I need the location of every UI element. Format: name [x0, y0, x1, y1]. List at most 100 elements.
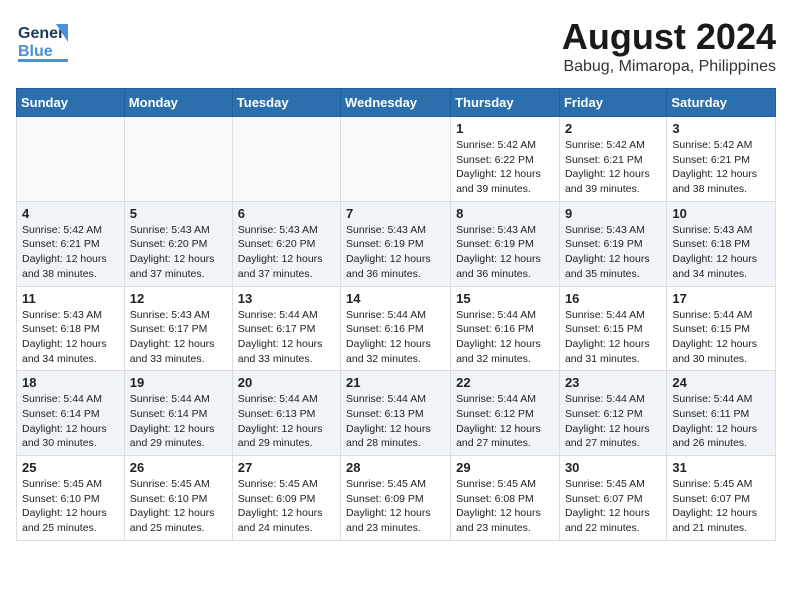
day-info: Sunrise: 5:43 AMSunset: 6:18 PMDaylight:… [672, 223, 770, 282]
day-number: 20 [238, 375, 335, 390]
calendar-day-cell: 11 Sunrise: 5:43 AMSunset: 6:18 PMDayligh… [17, 286, 125, 371]
day-info: Sunrise: 5:45 AMSunset: 6:07 PMDaylight:… [672, 477, 770, 536]
location-title: Babug, Mimaropa, Philippines [562, 58, 776, 76]
calendar-day-cell: 31 Sunrise: 5:45 AMSunset: 6:07 PMDayligh… [667, 456, 776, 541]
day-number: 2 [565, 121, 661, 136]
day-info: Sunrise: 5:43 AMSunset: 6:18 PMDaylight:… [22, 308, 119, 367]
calendar-day-cell: 7 Sunrise: 5:43 AMSunset: 6:19 PMDaylight… [341, 201, 451, 286]
day-info: Sunrise: 5:45 AMSunset: 6:10 PMDaylight:… [130, 477, 227, 536]
calendar-day-cell: 29 Sunrise: 5:45 AMSunset: 6:08 PMDayligh… [451, 456, 560, 541]
day-info: Sunrise: 5:44 AMSunset: 6:16 PMDaylight:… [456, 308, 554, 367]
day-info: Sunrise: 5:44 AMSunset: 6:14 PMDaylight:… [130, 392, 227, 451]
calendar-day-cell: 14 Sunrise: 5:44 AMSunset: 6:16 PMDayligh… [341, 286, 451, 371]
day-number: 31 [672, 460, 770, 475]
calendar-week-row: 18 Sunrise: 5:44 AMSunset: 6:14 PMDayligh… [17, 371, 776, 456]
calendar-day-cell: 13Sunrise: 5:44 AMSunset: 6:17 PMDayligh… [232, 286, 340, 371]
day-info: Sunrise: 5:43 AMSunset: 6:19 PMDaylight:… [456, 223, 554, 282]
calendar-day-cell: 17Sunrise: 5:44 AMSunset: 6:15 PMDayligh… [667, 286, 776, 371]
day-info: Sunrise: 5:45 AMSunset: 6:08 PMDaylight:… [456, 477, 554, 536]
weekday-header-friday: Friday [559, 89, 666, 117]
day-number: 24 [672, 375, 770, 390]
day-info: Sunrise: 5:43 AMSunset: 6:19 PMDaylight:… [565, 223, 661, 282]
day-number: 30 [565, 460, 661, 475]
calendar-day-cell: 1 Sunrise: 5:42 AMSunset: 6:22 PMDaylight… [451, 117, 560, 202]
calendar-day-cell [341, 117, 451, 202]
day-info: Sunrise: 5:42 AMSunset: 6:21 PMDaylight:… [22, 223, 119, 282]
day-number: 11 [22, 291, 119, 306]
calendar-day-cell: 10 Sunrise: 5:43 AMSunset: 6:18 PMDayligh… [667, 201, 776, 286]
day-number: 22 [456, 375, 554, 390]
calendar-day-cell: 12 Sunrise: 5:43 AMSunset: 6:17 PMDayligh… [124, 286, 232, 371]
day-number: 10 [672, 206, 770, 221]
day-number: 6 [238, 206, 335, 221]
weekday-header-sunday: Sunday [17, 89, 125, 117]
calendar-day-cell: 16Sunrise: 5:44 AMSunset: 6:15 PMDayligh… [559, 286, 666, 371]
calendar-day-cell: 27 Sunrise: 5:45 AMSunset: 6:09 PMDayligh… [232, 456, 340, 541]
month-title: August 2024 [562, 16, 776, 58]
calendar-table: SundayMondayTuesdayWednesdayThursdayFrid… [16, 88, 776, 541]
day-number: 23 [565, 375, 661, 390]
page-header: General Blue August 2024 Babug, Mimaropa… [16, 16, 776, 76]
calendar-day-cell: 5Sunrise: 5:43 AMSunset: 6:20 PMDaylight… [124, 201, 232, 286]
calendar-day-cell [17, 117, 125, 202]
weekday-header-thursday: Thursday [451, 89, 560, 117]
day-number: 16 [565, 291, 661, 306]
day-info: Sunrise: 5:43 AMSunset: 6:19 PMDaylight:… [346, 223, 445, 282]
calendar-day-cell: 2 Sunrise: 5:42 AMSunset: 6:21 PMDaylight… [559, 117, 666, 202]
weekday-header-saturday: Saturday [667, 89, 776, 117]
calendar-week-row: 25 Sunrise: 5:45 AMSunset: 6:10 PMDayligh… [17, 456, 776, 541]
weekday-header-tuesday: Tuesday [232, 89, 340, 117]
day-number: 1 [456, 121, 554, 136]
day-info: Sunrise: 5:45 AMSunset: 6:09 PMDaylight:… [238, 477, 335, 536]
calendar-day-cell: 3Sunrise: 5:42 AMSunset: 6:21 PMDaylight… [667, 117, 776, 202]
day-number: 7 [346, 206, 445, 221]
day-info: Sunrise: 5:44 AMSunset: 6:14 PMDaylight:… [22, 392, 119, 451]
day-number: 29 [456, 460, 554, 475]
day-info: Sunrise: 5:43 AMSunset: 6:20 PMDaylight:… [130, 223, 227, 282]
weekday-header-row: SundayMondayTuesdayWednesdayThursdayFrid… [17, 89, 776, 117]
day-info: Sunrise: 5:45 AMSunset: 6:10 PMDaylight:… [22, 477, 119, 536]
calendar-day-cell: 8 Sunrise: 5:43 AMSunset: 6:19 PMDaylight… [451, 201, 560, 286]
day-number: 27 [238, 460, 335, 475]
calendar-week-row: 1 Sunrise: 5:42 AMSunset: 6:22 PMDaylight… [17, 117, 776, 202]
day-number: 3 [672, 121, 770, 136]
title-section: August 2024 Babug, Mimaropa, Philippines [562, 16, 776, 76]
day-number: 9 [565, 206, 661, 221]
day-info: Sunrise: 5:44 AMSunset: 6:13 PMDaylight:… [238, 392, 335, 451]
day-number: 15 [456, 291, 554, 306]
calendar-day-cell: 28Sunrise: 5:45 AMSunset: 6:09 PMDayligh… [341, 456, 451, 541]
day-number: 25 [22, 460, 119, 475]
day-info: Sunrise: 5:43 AMSunset: 6:17 PMDaylight:… [130, 308, 227, 367]
calendar-day-cell: 15 Sunrise: 5:44 AMSunset: 6:16 PMDayligh… [451, 286, 560, 371]
calendar-day-cell: 20 Sunrise: 5:44 AMSunset: 6:13 PMDayligh… [232, 371, 340, 456]
calendar-day-cell: 19 Sunrise: 5:44 AMSunset: 6:14 PMDayligh… [124, 371, 232, 456]
day-info: Sunrise: 5:44 AMSunset: 6:13 PMDaylight:… [346, 392, 445, 451]
calendar-day-cell: 24 Sunrise: 5:44 AMSunset: 6:11 PMDayligh… [667, 371, 776, 456]
day-number: 12 [130, 291, 227, 306]
day-number: 4 [22, 206, 119, 221]
calendar-day-cell: 9 Sunrise: 5:43 AMSunset: 6:19 PMDaylight… [559, 201, 666, 286]
weekday-header-wednesday: Wednesday [341, 89, 451, 117]
day-number: 18 [22, 375, 119, 390]
calendar-day-cell: 18 Sunrise: 5:44 AMSunset: 6:14 PMDayligh… [17, 371, 125, 456]
day-number: 19 [130, 375, 227, 390]
day-number: 14 [346, 291, 445, 306]
day-info: Sunrise: 5:44 AMSunset: 6:11 PMDaylight:… [672, 392, 770, 451]
day-info: Sunrise: 5:42 AMSunset: 6:22 PMDaylight:… [456, 138, 554, 197]
calendar-day-cell: 4 Sunrise: 5:42 AMSunset: 6:21 PMDaylight… [17, 201, 125, 286]
calendar-day-cell: 6Sunrise: 5:43 AMSunset: 6:20 PMDaylight… [232, 201, 340, 286]
day-info: Sunrise: 5:44 AMSunset: 6:16 PMDaylight:… [346, 308, 445, 367]
day-info: Sunrise: 5:44 AMSunset: 6:12 PMDaylight:… [456, 392, 554, 451]
day-info: Sunrise: 5:44 AMSunset: 6:17 PMDaylight:… [238, 308, 335, 367]
logo-icon: General Blue [16, 16, 68, 64]
day-number: 8 [456, 206, 554, 221]
calendar-day-cell: 26 Sunrise: 5:45 AMSunset: 6:10 PMDayligh… [124, 456, 232, 541]
day-info: Sunrise: 5:42 AMSunset: 6:21 PMDaylight:… [565, 138, 661, 197]
day-number: 17 [672, 291, 770, 306]
day-info: Sunrise: 5:45 AMSunset: 6:07 PMDaylight:… [565, 477, 661, 536]
day-number: 26 [130, 460, 227, 475]
calendar-day-cell: 21 Sunrise: 5:44 AMSunset: 6:13 PMDayligh… [341, 371, 451, 456]
calendar-week-row: 11 Sunrise: 5:43 AMSunset: 6:18 PMDayligh… [17, 286, 776, 371]
weekday-header-monday: Monday [124, 89, 232, 117]
day-number: 21 [346, 375, 445, 390]
